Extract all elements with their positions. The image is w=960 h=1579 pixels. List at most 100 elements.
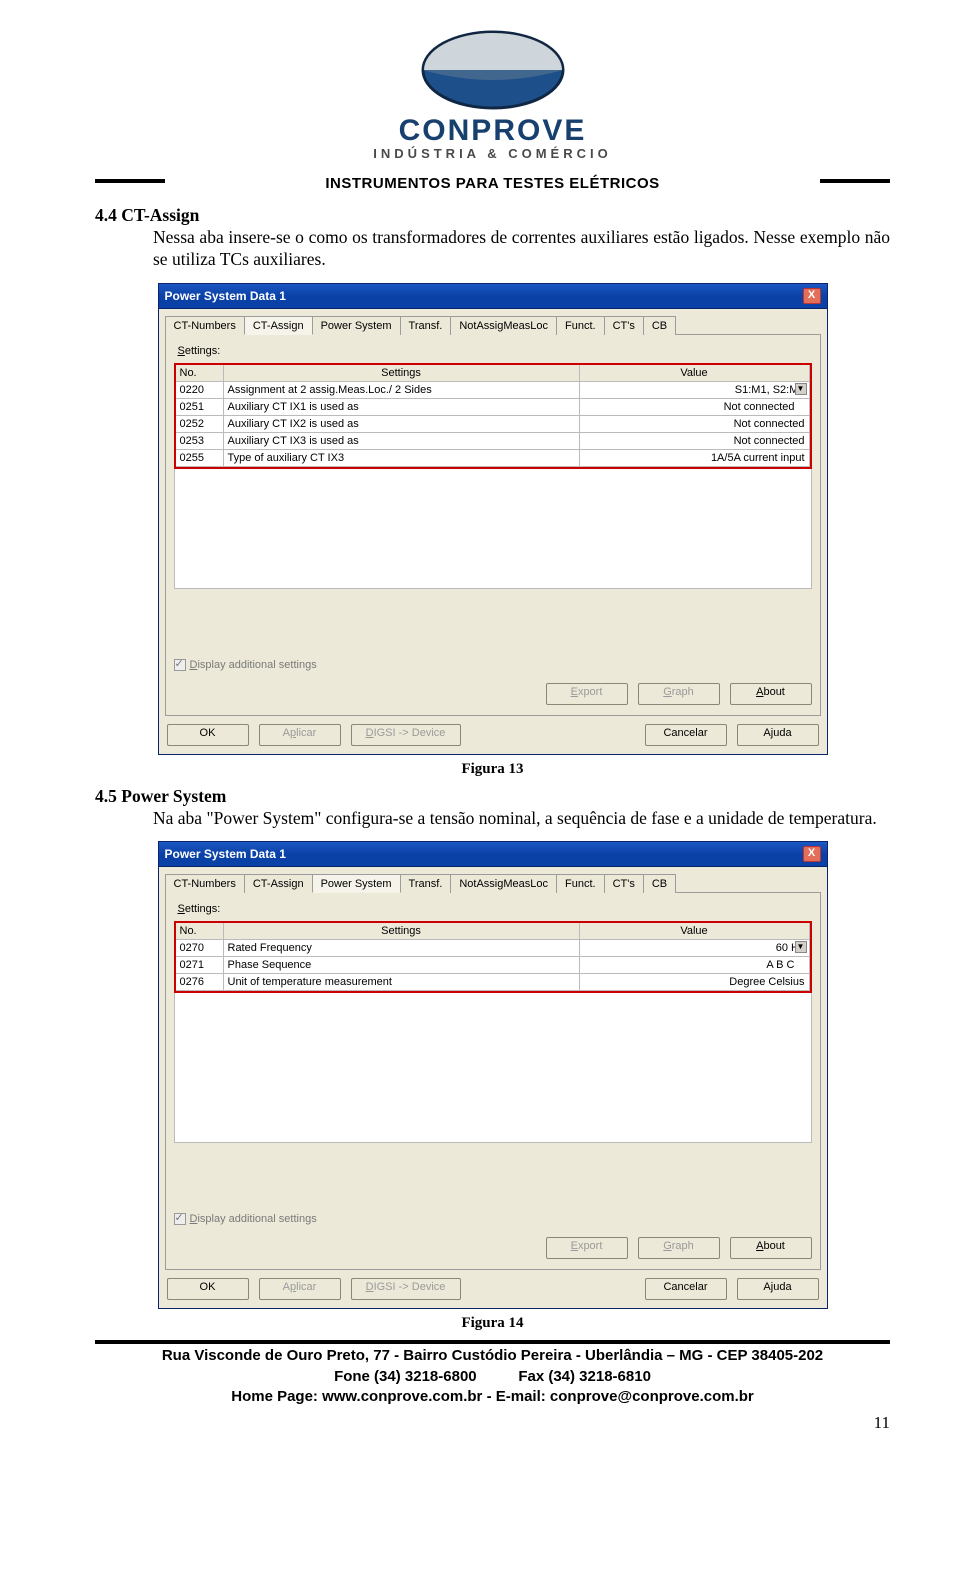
ok-button[interactable]: OK [167, 1278, 249, 1300]
footer-homepage: Home Page: www.conprove.com.br [231, 1388, 482, 1405]
cell-value[interactable]: Not connected [580, 399, 810, 415]
about-button[interactable]: About [730, 1237, 812, 1259]
dialog-ct-assign: Power System Data 1 X CT-NumbersCT-Assig… [158, 283, 828, 755]
settings-grid-2: No. Settings Value 0270Rated Frequency60… [174, 921, 812, 993]
col-no: No. [176, 365, 224, 381]
aplicar-button[interactable]: Aplicar [259, 724, 341, 746]
aplicar-button[interactable]: Aplicar [259, 1278, 341, 1300]
tab-notassigmeasloc[interactable]: NotAssigMeasLoc [450, 316, 557, 335]
page-footer: Rua Visconde de Ouro Preto, 77 - Bairro … [95, 1346, 890, 1407]
close-icon[interactable]: X [803, 288, 821, 304]
section-4-5-title: 4.5 Power System [95, 786, 226, 806]
table-row[interactable]: 0251Auxiliary CT IX1 is used asNot conne… [176, 399, 810, 416]
dialog2-button-row-bottom: OK Aplicar DIGSI -> Device Cancelar Ajud… [159, 1270, 827, 1308]
dialog1-tabpanel: Settings: No. Settings Value 0220Assignm… [165, 334, 821, 716]
tab-power-system[interactable]: Power System [312, 874, 401, 893]
table-row[interactable]: 0270Rated Frequency60 Hz▼ [176, 940, 810, 957]
ok-button[interactable]: OK [167, 724, 249, 746]
graph-button[interactable]: Graph [638, 683, 720, 705]
display-additional-row: Display additional settings [174, 1213, 812, 1225]
footer-line-3: Home Page: www.conprove.com.br - E-mail:… [95, 1387, 890, 1407]
document-subtitle-row: INSTRUMENTOS PARA TESTES ELÉTRICOS [95, 175, 890, 205]
close-icon[interactable]: X [803, 846, 821, 862]
footer-phone: Fone (34) 3218-6800 [334, 1368, 477, 1385]
col-no: No. [176, 923, 224, 939]
cell-no: 0220 [176, 382, 224, 398]
dialog1-button-row-top: Export Graph About [174, 677, 812, 707]
footer-line-2: Fone (34) 3218-6800 Fax (34) 3218-6810 [95, 1367, 890, 1387]
chevron-down-icon[interactable]: ▼ [795, 383, 807, 395]
export-button[interactable]: Export [546, 1237, 628, 1259]
checkbox-icon [174, 659, 186, 671]
dialog2-title: Power System Data 1 [165, 847, 286, 861]
tab-funct-[interactable]: Funct. [556, 316, 605, 335]
cell-value[interactable]: S1:M1, S2:M2▼ [580, 382, 810, 398]
cell-value[interactable]: 1A/5A current input [580, 450, 810, 466]
digsi-device-button[interactable]: DIGSI -> Device [351, 1278, 461, 1300]
tab-ct-s[interactable]: CT's [604, 874, 644, 893]
tab-ct-s[interactable]: CT's [604, 316, 644, 335]
table-row[interactable]: 0253Auxiliary CT IX3 is used asNot conne… [176, 433, 810, 450]
footer-sep-text: - [487, 1388, 496, 1405]
graph-button[interactable]: Graph [638, 1237, 720, 1259]
cell-no: 0276 [176, 974, 224, 990]
table-row[interactable]: 0220Assignment at 2 assig.Meas.Loc./ 2 S… [176, 382, 810, 399]
cell-value[interactable]: Not connected [580, 416, 810, 432]
col-value: Value [580, 365, 810, 381]
table-row[interactable]: 0271Phase SequenceA B C [176, 957, 810, 974]
section-4-4: 4.4 CT-Assign Nessa aba insere-se o como… [95, 205, 890, 271]
cell-value[interactable]: Not connected [580, 433, 810, 449]
export-button[interactable]: Export [546, 683, 628, 705]
tab-transf-[interactable]: Transf. [400, 874, 452, 893]
cell-no: 0255 [176, 450, 224, 466]
figure-14-caption: Figura 14 [95, 1315, 890, 1332]
tab-ct-numbers[interactable]: CT-Numbers [165, 316, 245, 335]
tab-transf-[interactable]: Transf. [400, 316, 452, 335]
digsi-device-button[interactable]: DIGSI -> Device [351, 724, 461, 746]
dialog1-button-row-bottom: OK Aplicar DIGSI -> Device Cancelar Ajud… [159, 716, 827, 754]
display-additional-label: Display additional settings [190, 1213, 317, 1225]
cell-no: 0252 [176, 416, 224, 432]
chevron-down-icon[interactable]: ▼ [795, 941, 807, 953]
tab-funct-[interactable]: Funct. [556, 874, 605, 893]
cell-settings: Phase Sequence [224, 957, 580, 973]
dialog-power-system: Power System Data 1 X CT-NumbersCT-Assig… [158, 841, 828, 1309]
logo-text-main: CONPROVE [95, 114, 890, 148]
help-button[interactable]: Ajuda [737, 724, 819, 746]
cancel-button[interactable]: Cancelar [645, 1278, 727, 1300]
tab-ct-numbers[interactable]: CT-Numbers [165, 874, 245, 893]
figure-13-caption: Figura 13 [95, 761, 890, 778]
cell-no: 0271 [176, 957, 224, 973]
table-row[interactable]: 0255Type of auxiliary CT IX31A/5A curren… [176, 450, 810, 467]
tab-power-system[interactable]: Power System [312, 316, 401, 335]
rule-left [95, 179, 165, 183]
dialog2-titlebar: Power System Data 1 X [159, 842, 827, 867]
tab-cb[interactable]: CB [643, 316, 676, 335]
grid-header: No. Settings Value [176, 365, 810, 382]
tab-ct-assign[interactable]: CT-Assign [244, 874, 313, 893]
cell-value[interactable]: Degree Celsius [580, 974, 810, 990]
about-button[interactable]: About [730, 683, 812, 705]
cell-value[interactable]: 60 Hz▼ [580, 940, 810, 956]
dialog2-button-row-top: Export Graph About [174, 1231, 812, 1261]
tab-notassigmeasloc[interactable]: NotAssigMeasLoc [450, 874, 557, 893]
cell-no: 0270 [176, 940, 224, 956]
cancel-button[interactable]: Cancelar [645, 724, 727, 746]
cell-value[interactable]: A B C [580, 957, 810, 973]
tab-ct-assign[interactable]: CT-Assign [244, 316, 313, 335]
page-number: 11 [95, 1413, 890, 1433]
cell-settings: Auxiliary CT IX3 is used as [224, 433, 580, 449]
dialog1-titlebar: Power System Data 1 X [159, 284, 827, 309]
section-4-4-paragraph: Nessa aba insere-se o como os transforma… [153, 227, 890, 271]
dialog1-tabs: CT-NumbersCT-AssignPower SystemTransf.No… [159, 309, 827, 334]
col-settings: Settings [224, 923, 580, 939]
table-row[interactable]: 0252Auxiliary CT IX2 is used asNot conne… [176, 416, 810, 433]
section-4-5-paragraph: Na aba "Power System" configura-se a ten… [153, 808, 890, 830]
col-value: Value [580, 923, 810, 939]
display-additional-row: Display additional settings [174, 659, 812, 671]
tab-cb[interactable]: CB [643, 874, 676, 893]
table-row[interactable]: 0276Unit of temperature measurementDegre… [176, 974, 810, 991]
grid-filler [174, 469, 812, 589]
logo-block: CONPROVE INDÚSTRIA & COMÉRCIO [95, 20, 890, 161]
help-button[interactable]: Ajuda [737, 1278, 819, 1300]
